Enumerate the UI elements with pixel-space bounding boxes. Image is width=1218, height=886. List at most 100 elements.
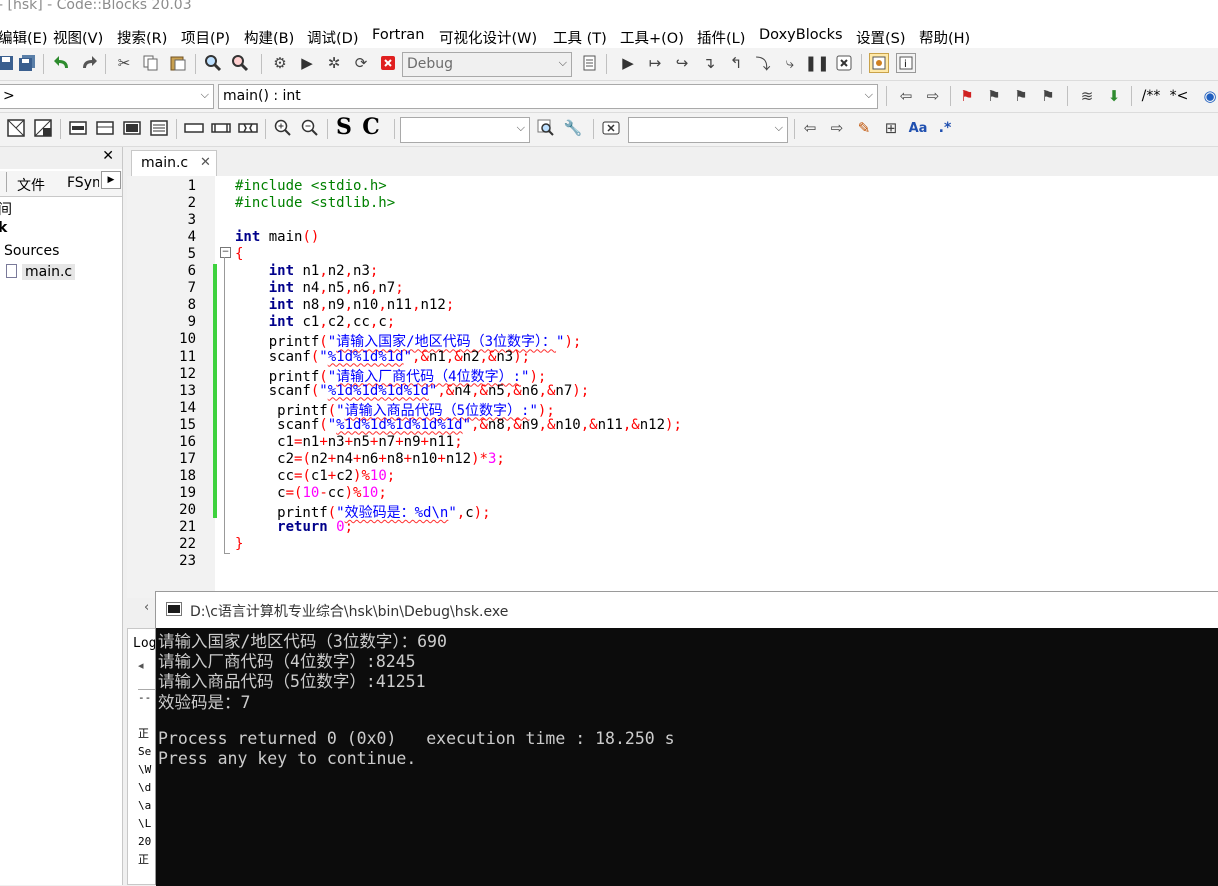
next-line-icon[interactable]: ↪ bbox=[672, 53, 692, 73]
build-target-select[interactable]: Debug ⌵ bbox=[402, 52, 572, 77]
tab-fsymbols[interactable]: FSym bbox=[67, 175, 99, 191]
menu-search[interactable]: 搜索(R) bbox=[117, 27, 167, 48]
selection-only-icon[interactable]: ⊞ bbox=[881, 118, 901, 138]
fold-toggle-icon[interactable]: − bbox=[220, 247, 231, 258]
show-header-button[interactable]: C bbox=[361, 114, 381, 140]
doxy-extract-icon[interactable]: ⬇ bbox=[1104, 86, 1124, 106]
wx-shrink-icon[interactable] bbox=[211, 118, 231, 138]
info-icon[interactable]: i bbox=[896, 53, 916, 73]
tab-main-c[interactable]: main.c ✕ bbox=[131, 150, 217, 176]
wx-grid-icon[interactable] bbox=[149, 118, 169, 138]
find-icon[interactable] bbox=[203, 53, 223, 73]
close-icon[interactable]: ✕ bbox=[102, 148, 114, 164]
tree-workspace[interactable]: 间 bbox=[0, 199, 12, 219]
zoom-out-icon[interactable] bbox=[300, 118, 320, 138]
paste-icon[interactable] bbox=[168, 53, 188, 73]
copy-icon[interactable] bbox=[141, 53, 161, 73]
debug-windows-icon[interactable] bbox=[869, 53, 889, 73]
search-prev-icon[interactable]: ⇦ bbox=[800, 118, 820, 138]
search-next-icon[interactable]: ⇨ bbox=[827, 118, 847, 138]
menu-fortran[interactable]: Fortran bbox=[372, 27, 424, 43]
run-to-cursor-icon[interactable]: ↦ bbox=[645, 53, 665, 73]
globe-icon[interactable]: ◉ bbox=[1200, 86, 1218, 106]
match-case-icon[interactable]: Aa bbox=[908, 118, 928, 138]
wx-dialog-icon[interactable] bbox=[33, 118, 53, 138]
scroll-left-icon[interactable]: ‹ bbox=[144, 600, 149, 615]
incremental-search-icon[interactable] bbox=[536, 118, 556, 138]
bookmark-clear-icon[interactable]: ⚑ bbox=[1038, 86, 1058, 106]
search-options-icon[interactable]: 🔧 bbox=[563, 118, 583, 138]
wx-spacer-icon[interactable] bbox=[184, 118, 204, 138]
doxy-wizard-icon[interactable]: ≋ bbox=[1077, 86, 1097, 106]
redo-icon[interactable] bbox=[79, 53, 99, 73]
menu-tools-plus[interactable]: 工具+(O) bbox=[620, 27, 684, 48]
editor-hscroll[interactable]: ‹ bbox=[127, 598, 155, 620]
comment-line-button[interactable]: *< bbox=[1167, 86, 1191, 106]
code-line: c1=n1+n3+n5+n7+n9+n11; bbox=[235, 433, 463, 450]
debug-start-icon[interactable]: ▶ bbox=[618, 53, 638, 73]
build-run-icon[interactable]: ✲ bbox=[324, 53, 344, 73]
tree-sources-folder[interactable]: Sources bbox=[4, 243, 59, 259]
close-tab-icon[interactable]: ✕ bbox=[200, 155, 211, 170]
rebuild-icon[interactable]: ⟳ bbox=[351, 53, 371, 73]
menu-build[interactable]: 构建(B) bbox=[244, 27, 294, 48]
menu-plugins[interactable]: 插件(L) bbox=[697, 27, 745, 48]
tab-files[interactable]: 文件 bbox=[17, 175, 45, 195]
menu-tools[interactable]: 工具 (T) bbox=[553, 27, 607, 48]
tree-project-hsk[interactable]: k bbox=[0, 220, 7, 236]
clear-search-icon[interactable] bbox=[601, 118, 621, 138]
abort-icon[interactable] bbox=[378, 53, 398, 73]
menu-project[interactable]: 项目(P) bbox=[181, 27, 230, 48]
menu-doxyblocks[interactable]: DoxyBlocks bbox=[759, 27, 843, 43]
highlight-icon[interactable]: ✎ bbox=[854, 118, 874, 138]
show-source-button[interactable]: S bbox=[334, 114, 354, 140]
bookmark-toggle-icon[interactable]: ⚑ bbox=[957, 86, 977, 106]
wx-expand-icon[interactable] bbox=[238, 118, 258, 138]
bookmark-next-icon[interactable]: ⚑ bbox=[1011, 86, 1031, 106]
wx-sizer-icon[interactable] bbox=[95, 118, 115, 138]
wx-panel-icon[interactable] bbox=[68, 118, 88, 138]
undo-icon[interactable] bbox=[52, 53, 72, 73]
console-window[interactable]: D:\c语言计算机专业综合\hsk\bin\Debug\hsk.exe 请输入国… bbox=[155, 591, 1218, 886]
scope-select[interactable]: > ⌵ bbox=[0, 84, 214, 109]
tab-scroll-right-icon[interactable]: ▶ bbox=[101, 171, 121, 189]
menu-help[interactable]: 帮助(H) bbox=[919, 27, 970, 48]
tree-file-main-c[interactable]: main.c bbox=[22, 264, 76, 280]
comment-block-button[interactable]: /** bbox=[1138, 86, 1164, 106]
line-number: 16 bbox=[179, 433, 196, 450]
jump-forward-icon[interactable]: ⇨ bbox=[923, 86, 943, 106]
build-options-icon[interactable] bbox=[580, 53, 600, 73]
menu-edit[interactable]: 编辑(E) bbox=[0, 27, 47, 48]
step-into-icon[interactable]: ↴ bbox=[699, 53, 719, 73]
console-output: 请输入国家/地区代码（3位数字）：690 请输入厂商代码（4位数字）:8245 请输… bbox=[156, 628, 1218, 886]
tab-logs[interactable]: Log bbox=[133, 636, 156, 651]
menu-debug[interactable]: 调试(D) bbox=[307, 27, 358, 48]
code-line: { bbox=[235, 246, 244, 263]
cut-icon[interactable]: ✂ bbox=[114, 53, 134, 73]
bookmark-prev-icon[interactable]: ⚑ bbox=[984, 86, 1004, 106]
wx-box-icon[interactable] bbox=[122, 118, 142, 138]
step-instruction-icon[interactable]: ⤷ bbox=[780, 53, 800, 73]
run-icon[interactable]: ▶ bbox=[297, 53, 317, 73]
stop-debug-icon[interactable] bbox=[834, 53, 854, 73]
scroll-left-icon[interactable]: ◂ bbox=[138, 659, 144, 672]
code-editor[interactable]: 1 2 3 4 5 6 7 8 9 10 11 12 13 14 15 16 17 18 19 20 21 22 23 − … bbox=[127, 176, 1218, 598]
step-out-icon[interactable]: ↰ bbox=[726, 53, 746, 73]
regex-button[interactable]: .* bbox=[935, 118, 955, 138]
save-all-icon[interactable] bbox=[18, 53, 38, 73]
replace-icon[interactable] bbox=[230, 53, 250, 73]
jump-back-icon[interactable]: ⇦ bbox=[896, 86, 916, 106]
menu-view[interactable]: 视图(V) bbox=[53, 27, 103, 48]
console-window-icon bbox=[166, 602, 182, 616]
menu-settings[interactable]: 设置(S) bbox=[856, 27, 906, 48]
pause-icon[interactable]: ❚❚ bbox=[804, 53, 829, 73]
search-combo-right[interactable]: ⌵ bbox=[628, 117, 788, 143]
menu-wxsmith[interactable]: 可视化设计(W) bbox=[439, 27, 537, 48]
zoom-in-icon[interactable] bbox=[273, 118, 293, 138]
function-select[interactable]: main() : int ⌵ bbox=[218, 84, 878, 109]
search-combo-left[interactable]: ⌵ bbox=[400, 117, 530, 143]
wx-frame-icon[interactable] bbox=[6, 118, 26, 138]
save-icon[interactable] bbox=[0, 53, 16, 73]
build-gear-icon[interactable]: ⚙ bbox=[270, 53, 290, 73]
next-instruction-icon[interactable]: ⤵ bbox=[753, 53, 773, 73]
